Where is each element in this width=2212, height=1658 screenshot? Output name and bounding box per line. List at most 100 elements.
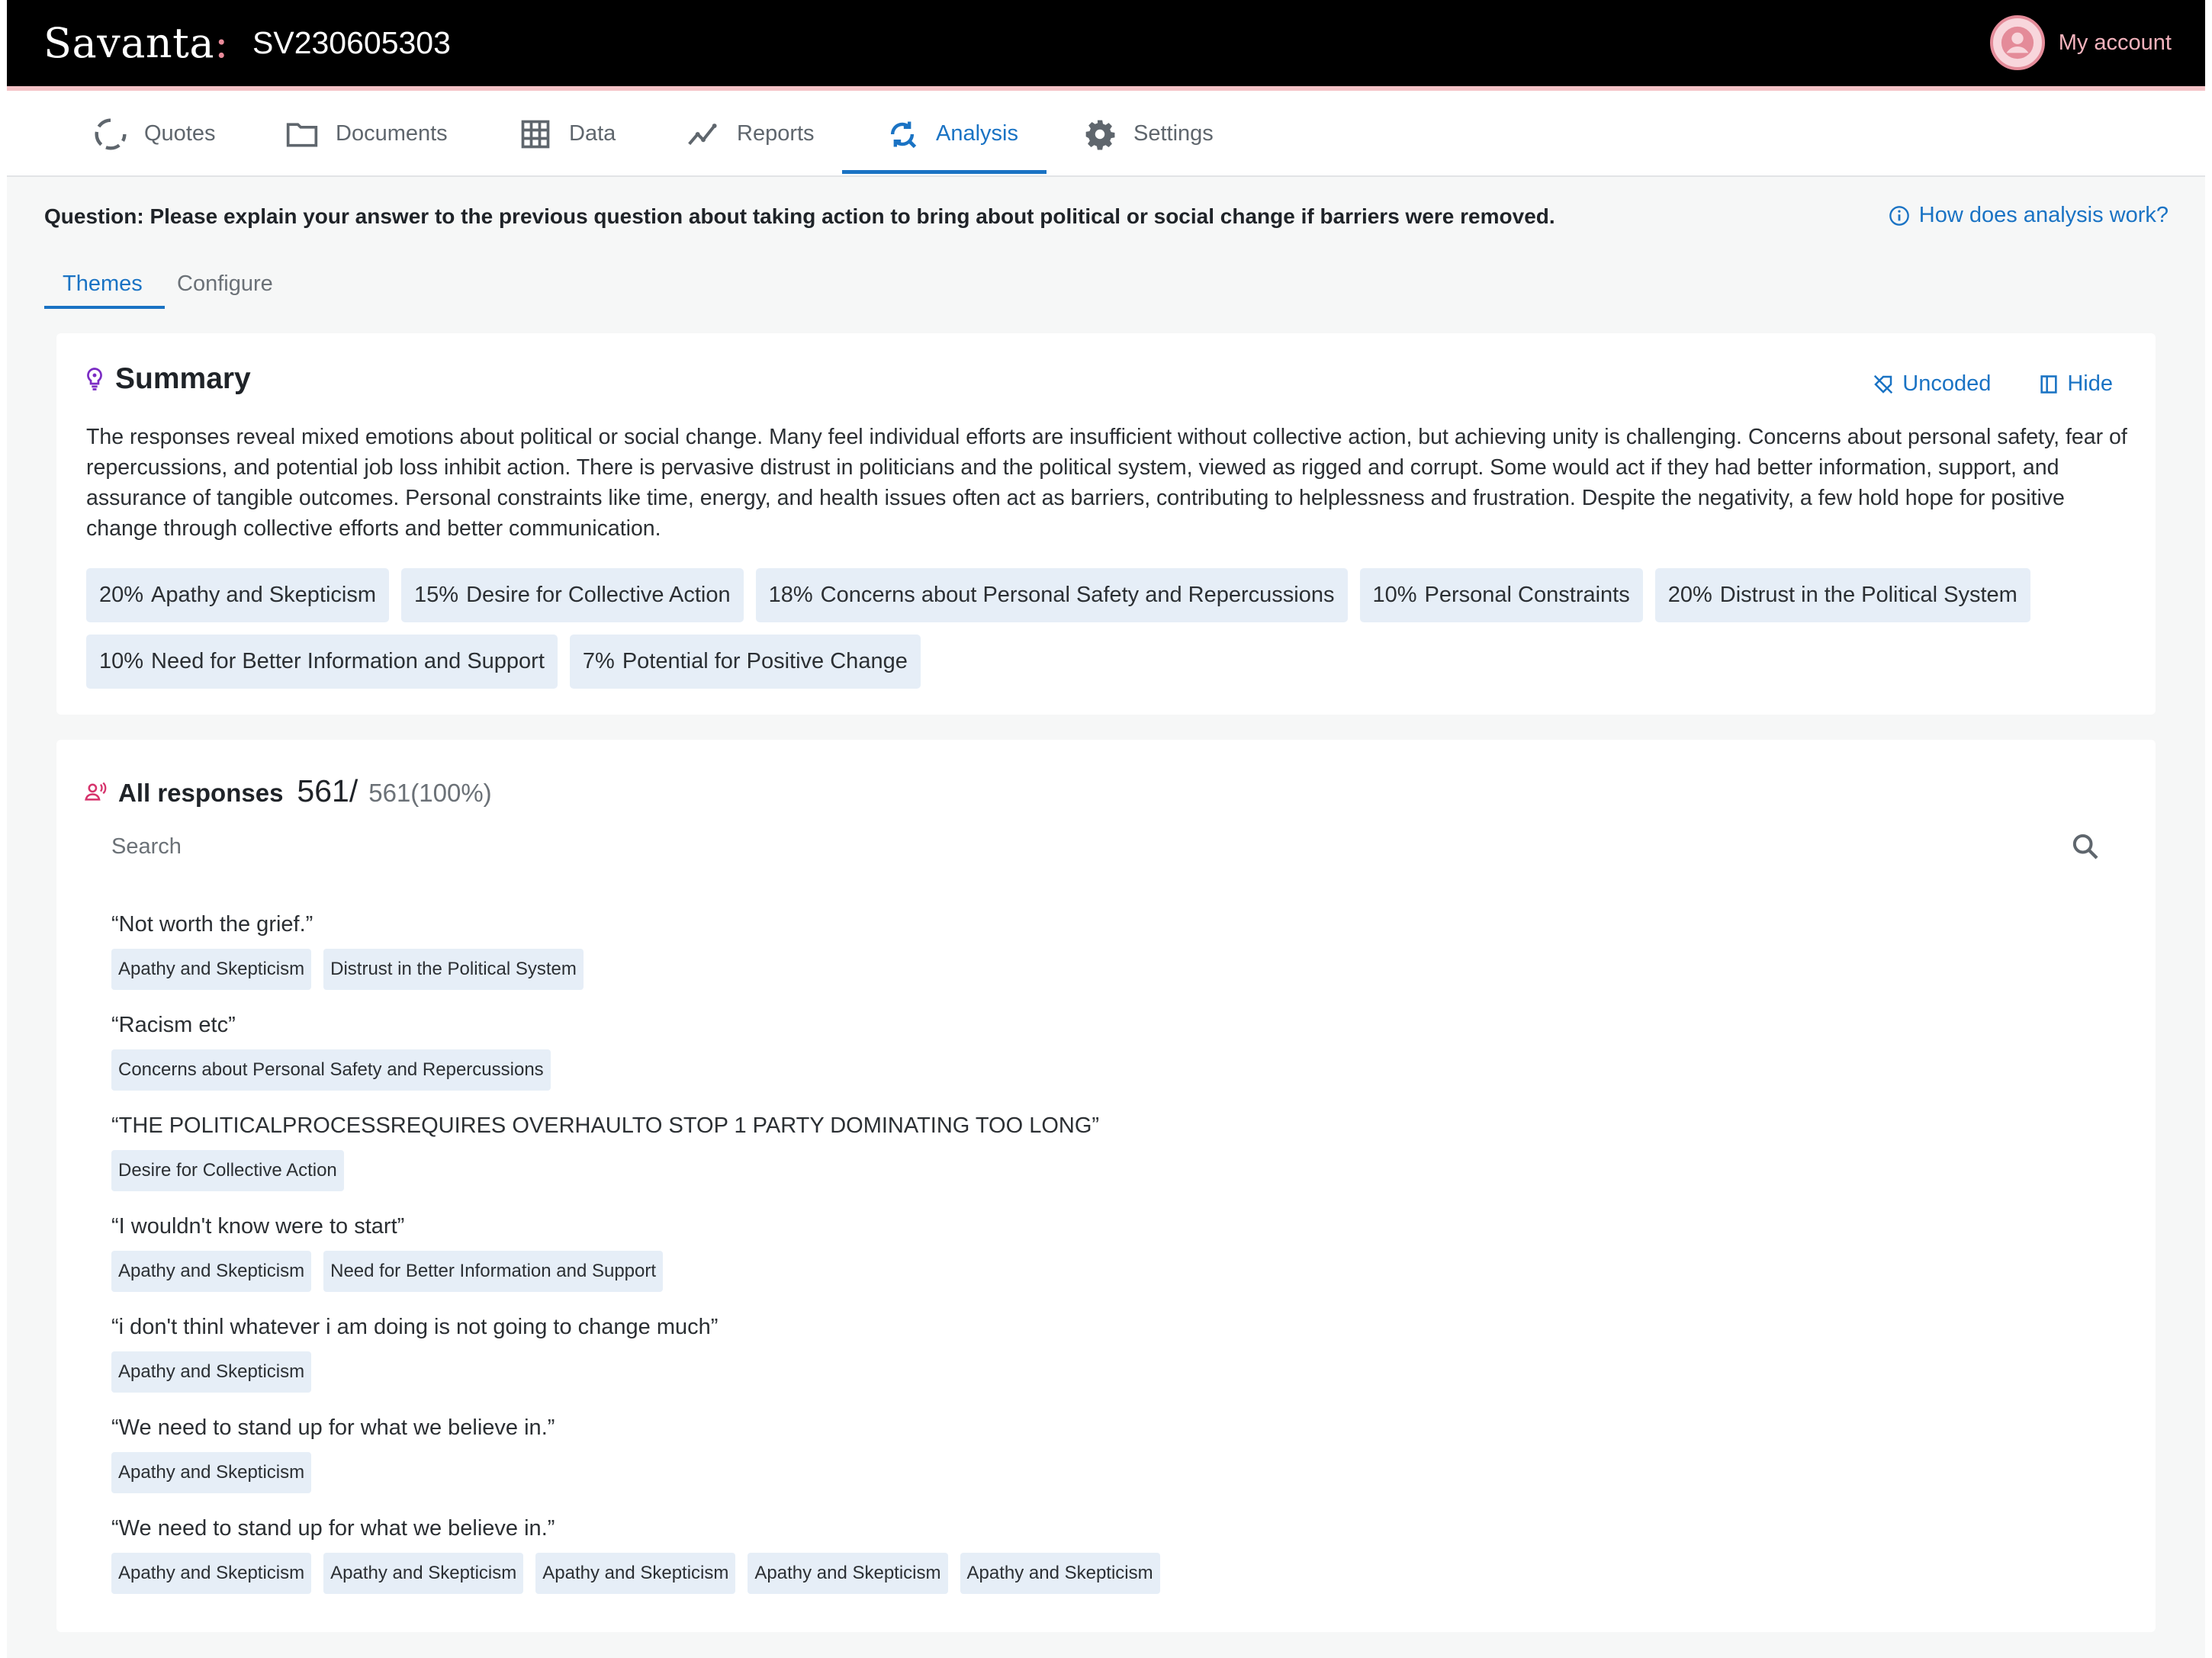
- nav-label: Quotes: [144, 121, 216, 146]
- theme-tag[interactable]: Concerns about Personal Safety and Reper…: [111, 1049, 551, 1091]
- nav-reports[interactable]: Reports: [686, 91, 815, 177]
- list-item: “i don't thinl whatever i am doing is no…: [111, 1313, 2110, 1414]
- theme-chip[interactable]: 10% Personal Constraints: [1359, 568, 1643, 622]
- main-nav: Quotes Documents Data Reports Analysis S…: [7, 91, 2205, 177]
- theme-chip-label: Concerns about Personal Safety and Reper…: [820, 583, 1335, 607]
- theme-tag[interactable]: Distrust in the Political System: [323, 949, 584, 990]
- analysis-icon: [890, 121, 917, 148]
- tab-configure[interactable]: Configure: [177, 272, 273, 297]
- theme-chip-percent: 7%: [582, 649, 615, 673]
- nav-analysis[interactable]: Analysis: [886, 91, 1018, 177]
- list-item: “We need to stand up for what we believe…: [111, 1414, 2110, 1515]
- theme-chip[interactable]: 18% Concerns about Personal Safety and Re…: [755, 568, 1348, 622]
- theme-tag[interactable]: Apathy and Skepticism: [111, 1351, 312, 1393]
- nav-documents[interactable]: Documents: [285, 91, 448, 177]
- theme-chip-label: Desire for Collective Action: [466, 583, 731, 607]
- question-text: Question: Please explain your answer to …: [44, 204, 1555, 228]
- app-frame: Savanta: SV230605303 My account Quotes D…: [7, 0, 2205, 1658]
- response-quote: “THE POLITICALPROCESSREQUIRES OVERHAULTO…: [111, 1113, 1100, 1138]
- nav-label: Analysis: [936, 121, 1018, 146]
- list-item: “We need to stand up for what we believe…: [111, 1515, 2110, 1615]
- theme-chip-label: Potential for Positive Change: [622, 649, 908, 673]
- theme-tag[interactable]: Apathy and Skepticism: [111, 949, 312, 990]
- list-item: “Not worth the grief.” Apathy and Skepti…: [111, 911, 2110, 1011]
- project-id: SV230605303: [252, 25, 451, 60]
- theme-chip-label: Apathy and Skepticism: [151, 583, 377, 607]
- nav-label: Reports: [737, 121, 815, 146]
- theme-chip-percent: 10%: [99, 649, 144, 673]
- nav-label: Documents: [336, 121, 448, 146]
- nav-label: Settings: [1133, 121, 1214, 146]
- reports-icon: [688, 123, 717, 145]
- response-quote: “We need to stand up for what we believe…: [111, 1415, 555, 1440]
- grid-icon: [521, 120, 550, 148]
- theme-chip-percent: 10%: [1372, 583, 1417, 607]
- theme-tag[interactable]: Apathy and Skepticism: [111, 1251, 312, 1292]
- response-tags: Apathy and Skepticism: [111, 1452, 2110, 1493]
- theme-chips: 20% Apathy and Skepticism 15% Desire for C…: [86, 568, 2146, 689]
- nav-active-indicator: [842, 170, 1047, 174]
- response-quote: “Racism etc”: [111, 1013, 236, 1037]
- theme-chip-label: Distrust in the Political System: [1719, 583, 2017, 607]
- theme-chip-percent: 15%: [414, 583, 459, 607]
- theme-chip[interactable]: 7% Potential for Positive Change: [569, 635, 921, 689]
- response-tags: Apathy and Skepticism Apathy and Skeptic…: [111, 1553, 2110, 1594]
- response-tags: Desire for Collective Action: [111, 1150, 2110, 1191]
- avatar: [1989, 15, 2045, 70]
- responses-card: All responses 561/ 561(100%) “Not worth …: [56, 740, 2156, 1632]
- theme-chip-label: Personal Constraints: [1424, 583, 1630, 607]
- theme-chip-percent: 20%: [1667, 583, 1712, 607]
- response-quote: “We need to stand up for what we believe…: [111, 1516, 555, 1541]
- hide-label: Hide: [2067, 371, 2113, 396]
- summary-header: Summary: [85, 362, 251, 396]
- response-quote: “I wouldn't know were to start”: [111, 1214, 405, 1239]
- tag-off-icon: [1874, 374, 1893, 394]
- theme-tag[interactable]: Apathy and Skepticism: [323, 1553, 524, 1594]
- theme-chip[interactable]: 20% Distrust in the Political System: [1654, 568, 2030, 622]
- theme-chip-percent: 20%: [99, 583, 144, 607]
- theme-chip[interactable]: 10% Need for Better Information and Suppo…: [86, 635, 558, 689]
- theme-tag[interactable]: Apathy and Skepticism: [111, 1553, 312, 1594]
- theme-chip[interactable]: 20% Apathy and Skepticism: [86, 568, 390, 622]
- list-item: “Racism etc” Concerns about Personal Saf…: [111, 1011, 2110, 1112]
- info-icon: [1889, 205, 1909, 226]
- uncoded-button[interactable]: Uncoded: [1872, 371, 1991, 397]
- summary-title: Summary: [115, 362, 251, 395]
- help-link[interactable]: How does analysis work?: [1889, 203, 2169, 228]
- top-bar: Savanta: SV230605303 My account: [7, 0, 2205, 91]
- nav-settings[interactable]: Settings: [1083, 91, 1214, 177]
- account-label: My account: [2058, 30, 2172, 55]
- summary-text: The responses reveal mixed emotions abou…: [86, 425, 2127, 541]
- tab-themes[interactable]: Themes: [63, 272, 143, 297]
- list-item: “I wouldn't know were to start” Apathy a…: [111, 1213, 2110, 1313]
- responses-title: All responses: [118, 779, 284, 807]
- help-link-label: How does analysis work?: [1918, 203, 2169, 227]
- response-tags: Apathy and Skepticism Distrust in the Po…: [111, 949, 2110, 990]
- folder-icon: [286, 122, 318, 146]
- response-tags: Apathy and Skepticism: [111, 1351, 2110, 1393]
- theme-tag[interactable]: Need for Better Information and Support: [323, 1251, 664, 1292]
- responses-header: All responses 561/ 561(100%): [85, 773, 492, 809]
- theme-tag[interactable]: Desire for Collective Action: [111, 1150, 344, 1191]
- user-icon: [2001, 26, 2034, 59]
- response-tags: Concerns about Personal Safety and Reper…: [111, 1049, 2110, 1091]
- brand-logo[interactable]: Savanta:: [43, 17, 229, 70]
- theme-tag[interactable]: Apathy and Skepticism: [535, 1553, 736, 1594]
- search-input[interactable]: [111, 824, 1942, 869]
- people-speaking-icon: [85, 782, 107, 801]
- hide-button[interactable]: Hide: [2038, 371, 2113, 397]
- list-item: “THE POLITICALPROCESSREQUIRES OVERHAULTO…: [111, 1112, 2110, 1213]
- responses-total: 561(100%): [368, 779, 492, 807]
- nav-data[interactable]: Data: [519, 91, 616, 177]
- theme-tag[interactable]: Apathy and Skepticism: [960, 1553, 1160, 1594]
- theme-chip[interactable]: 15% Desire for Collective Action: [401, 568, 744, 622]
- quotes-icon: [95, 117, 127, 149]
- gear-icon: [1085, 120, 1115, 150]
- theme-tag[interactable]: Apathy and Skepticism: [748, 1553, 948, 1594]
- account-menu[interactable]: My account: [1989, 14, 2172, 72]
- uncoded-label: Uncoded: [1902, 371, 1992, 396]
- theme-tag[interactable]: Apathy and Skepticism: [111, 1452, 312, 1493]
- search-icon[interactable]: [2070, 831, 2101, 862]
- responses-count: 561/: [297, 773, 358, 808]
- nav-quotes[interactable]: Quotes: [94, 91, 216, 177]
